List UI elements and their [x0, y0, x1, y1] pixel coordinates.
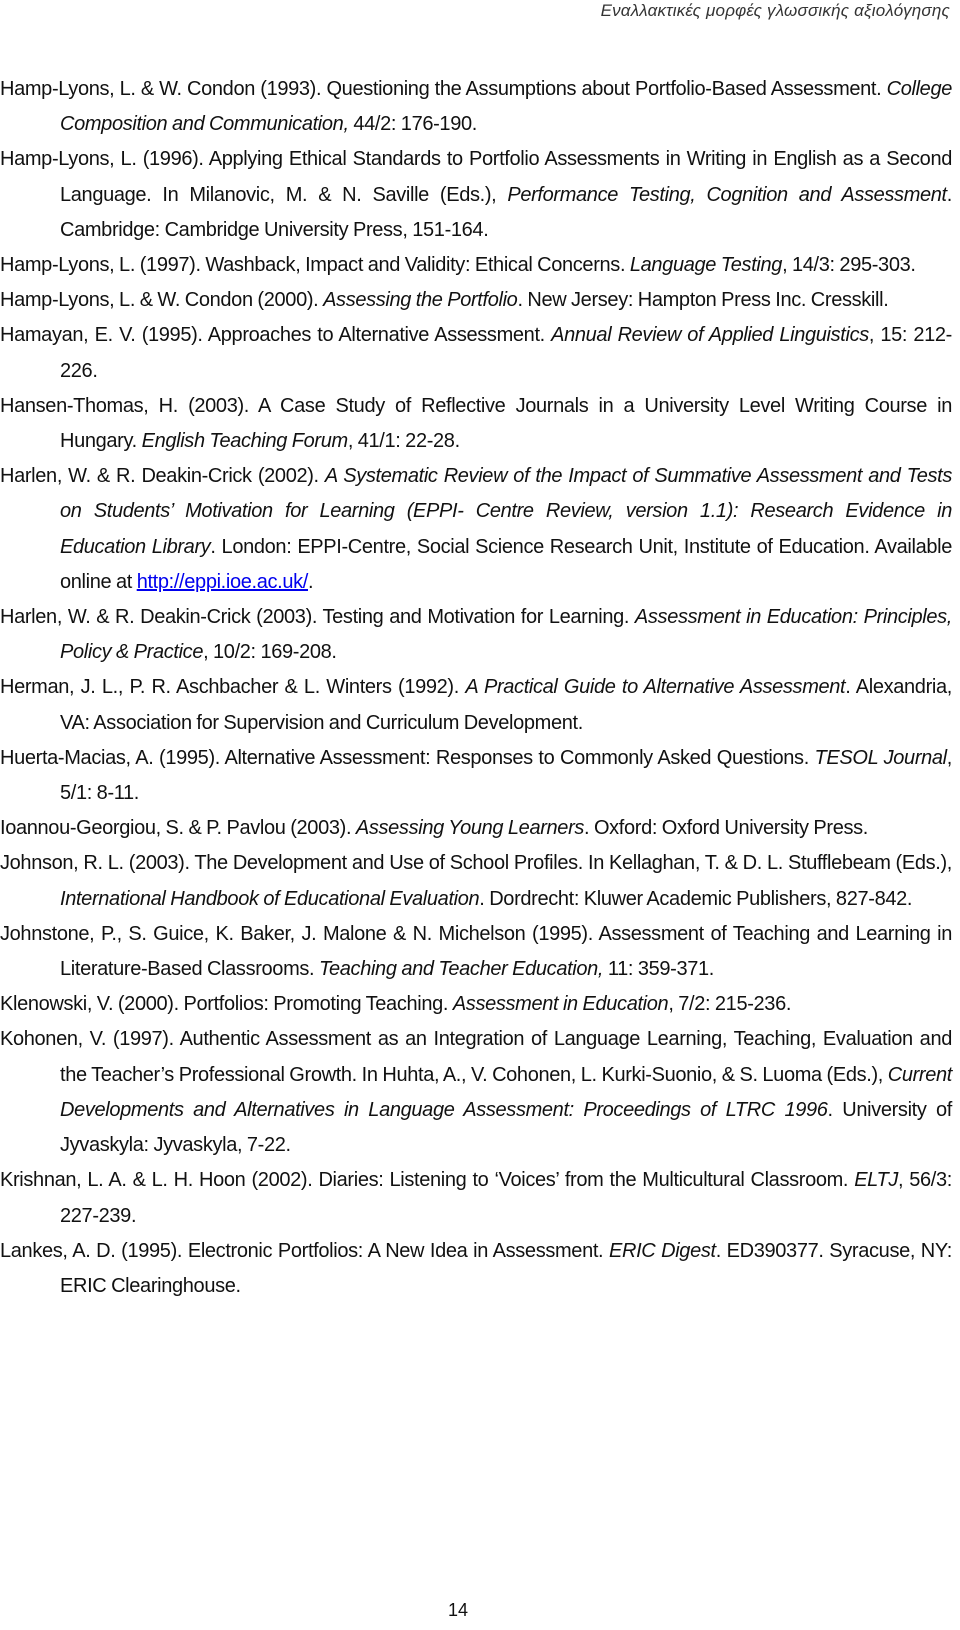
- reference-title-italic: A Practical Guide to Alternative Assessm…: [465, 676, 846, 699]
- reference-title-italic: Language Testing: [629, 254, 783, 277]
- reference-text: Hamp-Lyons, L. & W. Condon (1993). Quest…: [0, 78, 887, 100]
- reference-title-italic: English Teaching Forum: [141, 430, 349, 453]
- reference-entry: Ioannou-Georgiou, S. & P. Pavlou (2003).…: [0, 811, 952, 846]
- reference-text: . Dordrecht: Kluwer Academic Publishers,…: [479, 887, 913, 910]
- reference-title-italic: Assessing the Portfolio: [323, 289, 518, 312]
- reference-text: Huerta-Macias, A. (1995). Alternative As…: [0, 746, 815, 769]
- reference-entry: Hamp-Lyons, L. (1997). Washback, Impact …: [0, 248, 952, 283]
- reference-title-italic: ELTJ: [854, 1169, 898, 1192]
- reference-text: , 10/2: 169-208.: [203, 641, 337, 664]
- reference-list: Hamp-Lyons, L. & W. Condon (1993). Quest…: [0, 72, 952, 1304]
- reference-entry: Krishnan, L. A. & L. H. Hoon (2002). Dia…: [0, 1163, 952, 1233]
- reference-title-italic: Performance Testing, Cognition and Asses…: [507, 183, 947, 206]
- reference-entry: Harlen, W. & R. Deakin-Crick (2002). A S…: [0, 459, 952, 600]
- reference-text: Klenowski, V. (2000). Portfolios: Promot…: [0, 993, 453, 1016]
- reference-entry: Huerta-Macias, A. (1995). Alternative As…: [0, 741, 952, 811]
- reference-text: Lankes, A. D. (1995). Electronic Portfol…: [0, 1239, 609, 1262]
- reference-entry: Hamp-Lyons, L. (1996). Applying Ethical …: [0, 142, 952, 248]
- reference-title-italic: Assessing Young Learners: [355, 817, 585, 840]
- reference-entry: Johnson, R. L. (2003). The Development a…: [0, 846, 952, 916]
- reference-text: , 7/2: 215-236.: [668, 993, 792, 1016]
- reference-text: Johnson, R. L. (2003). The Development a…: [0, 852, 952, 875]
- reference-entry: Hansen-Thomas, H. (2003). A Case Study o…: [0, 389, 952, 459]
- reference-text: Krishnan, L. A. & L. H. Hoon (2002). Dia…: [0, 1169, 855, 1192]
- reference-link[interactable]: http://eppi.ioe.ac.uk/: [137, 571, 309, 593]
- reference-text: Harlen, W. & R. Deakin-Crick (2002).: [0, 465, 325, 488]
- reference-text: 11: 359-371.: [603, 958, 714, 981]
- reference-text: Herman, J. L., P. R. Aschbacher & L. Win…: [0, 676, 466, 699]
- reference-text: Hamp-Lyons, L. (1997). Washback, Impact …: [0, 254, 630, 277]
- reference-entry: Hamayan, E. V. (1995). Approaches to Alt…: [0, 318, 952, 388]
- reference-entry: Johnstone, P., S. Guice, K. Baker, J. Ma…: [0, 917, 952, 987]
- reference-entry: Herman, J. L., P. R. Aschbacher & L. Win…: [0, 670, 952, 740]
- reference-text: Kohonen, V. (1997). Authentic Assessment…: [0, 1028, 952, 1086]
- reference-title-italic: Annual Review of Applied Linguistics: [551, 324, 869, 347]
- reference-entry: Harlen, W. & R. Deakin-Crick (2003). Tes…: [0, 600, 952, 670]
- reference-title-italic: Teaching and Teacher Education,: [318, 958, 604, 981]
- reference-text: 44/2: 176-190.: [348, 113, 477, 136]
- reference-title-italic: International Handbook of Educational Ev…: [60, 887, 480, 910]
- reference-title-italic: Assessment in Education: [452, 993, 669, 1016]
- reference-text: .: [308, 570, 314, 593]
- reference-entry: Lankes, A. D. (1995). Electronic Portfol…: [0, 1234, 952, 1304]
- reference-title-italic: TESOL Journal: [814, 746, 948, 769]
- reference-text: Hamp-Lyons, L. & W. Condon (2000).: [0, 289, 324, 312]
- reference-entry: Kohonen, V. (1997). Authentic Assessment…: [0, 1022, 952, 1163]
- reference-text: Hamayan, E. V. (1995). Approaches to Alt…: [0, 324, 552, 347]
- reference-text: . New Jersey: Hampton Press Inc. Cresski…: [517, 289, 889, 312]
- reference-text: . Oxford: Oxford University Press.: [584, 817, 868, 840]
- reference-text: , 41/1: 22-28.: [347, 430, 460, 453]
- running-header: Εναλλακτικές μορφές γλωσσικής αξιολόγηση…: [600, 1, 950, 20]
- reference-title-italic: ERIC Digest: [609, 1239, 716, 1262]
- reference-text: Harlen, W. & R. Deakin-Crick (2003). Tes…: [0, 606, 635, 629]
- reference-entry: Hamp-Lyons, L. & W. Condon (1993). Quest…: [0, 72, 952, 142]
- reference-entry: Hamp-Lyons, L. & W. Condon (2000). Asses…: [0, 283, 952, 318]
- reference-text: Ioannou-Georgiou, S. & P. Pavlou (2003).: [0, 817, 356, 840]
- reference-text: , 14/3: 295-303.: [782, 254, 916, 277]
- reference-entry: Klenowski, V. (2000). Portfolios: Promot…: [0, 987, 952, 1022]
- page-number: 14: [447, 1600, 469, 1620]
